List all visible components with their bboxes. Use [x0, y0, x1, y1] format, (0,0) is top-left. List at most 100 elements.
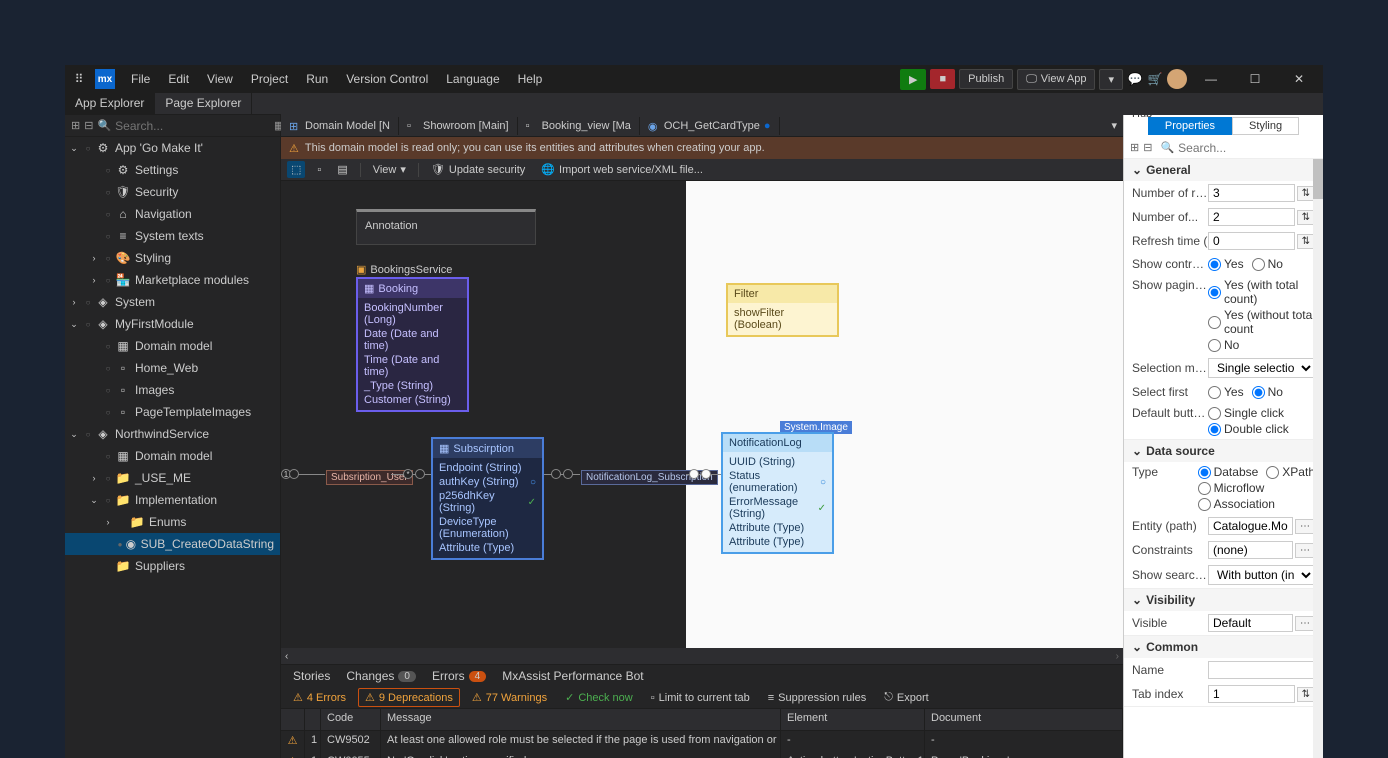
check-now-button[interactable]: ✓Check now	[559, 689, 639, 706]
tree-system-texts[interactable]: ○≡System texts	[65, 225, 280, 247]
entity-path-browse-button[interactable]: ⋯	[1295, 519, 1315, 534]
close-button[interactable]: ✕	[1279, 66, 1319, 92]
radio-type-microflow[interactable]: Microflow	[1198, 481, 1265, 495]
errors-filter[interactable]: ⚠4 Errors	[287, 689, 352, 706]
tab-errors[interactable]: Errors4	[426, 667, 492, 685]
apps-grid-icon[interactable]: ⠿	[69, 69, 89, 89]
tab-booking-view[interactable]: ▫Booking_view [Ma	[518, 117, 640, 135]
tab-domain-model[interactable]: ⊞Domain Model [N	[281, 117, 399, 135]
tree-home-web[interactable]: ○▫Home_Web	[65, 357, 280, 379]
col-header-element[interactable]: Element	[781, 709, 925, 730]
entity-attribute[interactable]: Endpoint (String)	[439, 461, 536, 475]
subtab-styling[interactable]: Styling	[1232, 117, 1299, 135]
collapse-all-icon[interactable]: ⊟	[84, 118, 93, 134]
subscription-entity[interactable]: ▦Subscirption Endpoint (String) authKey …	[431, 437, 544, 560]
menu-help[interactable]: Help	[510, 68, 551, 90]
col-header-document[interactable]: Document	[925, 709, 1123, 730]
domain-model-canvas[interactable]: file... 100% Annotation ▣ BookingsServic…	[281, 181, 1123, 664]
menu-edit[interactable]: Edit	[160, 68, 197, 90]
update-security-button[interactable]: 🛡Update security	[427, 161, 529, 178]
tab-app-explorer[interactable]: App Explorer	[65, 93, 155, 114]
publish-button[interactable]: Publish	[959, 69, 1013, 89]
constraints-input[interactable]	[1208, 541, 1293, 559]
properties-search-input[interactable]	[1178, 141, 1323, 155]
entity-attribute[interactable]: Attribute (Type)	[729, 521, 826, 535]
tabs-overflow-button[interactable]: ▾	[1105, 119, 1123, 132]
properties-scrollbar[interactable]	[1313, 159, 1323, 758]
tree-use-me[interactable]: ›○📁_USE_ME	[65, 467, 280, 489]
import-web-service-button[interactable]: 🌐Import web service/XML file...	[537, 161, 707, 178]
tree-images[interactable]: ○▫Images	[65, 379, 280, 401]
section-data-source[interactable]: ⌄Data source	[1124, 440, 1323, 462]
tree-enums[interactable]: ›📁Enums	[65, 511, 280, 533]
booking-entity[interactable]: ▦Booking BookingNumber (Long) Date (Date…	[356, 277, 469, 412]
tree-sub-create-odata[interactable]: ●◉SUB_CreateODataString	[65, 533, 280, 555]
entity-attribute[interactable]: Time (Date and time)	[364, 353, 461, 379]
tree-page-template-images[interactable]: ○▫PageTemplateImages	[65, 401, 280, 423]
entity-attribute[interactable]: Customer (String)	[364, 393, 461, 407]
minimize-button[interactable]: —	[1191, 66, 1231, 92]
menu-view[interactable]: View	[199, 68, 241, 90]
tab-mxassist[interactable]: MxAssist Performance Bot	[496, 667, 649, 685]
tab-changes[interactable]: Changes0	[340, 667, 422, 685]
menu-project[interactable]: Project	[243, 68, 296, 90]
entity-attribute[interactable]: showFilter (Boolean)	[734, 306, 831, 332]
entity-attribute[interactable]: Attribute (Type)	[729, 535, 826, 549]
entity-attribute[interactable]: authKey (String)○	[439, 475, 536, 489]
radio-paging-no[interactable]: No	[1208, 338, 1239, 352]
tree-domain-model[interactable]: ○▦Domain model	[65, 335, 280, 357]
radio-double-click[interactable]: Double click	[1208, 422, 1289, 436]
radio-type-xpath[interactable]: XPath	[1266, 465, 1315, 479]
constraints-browse-button[interactable]: ⋯	[1295, 543, 1315, 558]
entity-path-input[interactable]	[1208, 517, 1293, 535]
assoc-endpoint-icon[interactable]	[551, 469, 561, 479]
section-visibility[interactable]: ⌄Visibility	[1124, 589, 1323, 611]
radio-type-database[interactable]: Databse	[1198, 465, 1259, 479]
cursor-tool-button[interactable]: ⬚	[287, 161, 305, 178]
entity-attribute[interactable]: Status (enumeration)○	[729, 469, 826, 495]
tree-security[interactable]: ○🛡Security	[65, 181, 280, 203]
number-of-input[interactable]	[1208, 208, 1295, 226]
chat-icon[interactable]: 💬	[1127, 71, 1143, 87]
col-header-message[interactable]: Message	[381, 709, 781, 730]
entity-attribute[interactable]: UUID (String)	[729, 455, 826, 469]
expand-icon[interactable]: ⊞	[1130, 141, 1139, 154]
view-dropdown[interactable]: View ▾	[369, 161, 410, 178]
notification-log-entity[interactable]: NotificationLog UUID (String) Status (en…	[721, 432, 834, 554]
tree-styling[interactable]: ›○🎨Styling	[65, 247, 280, 269]
annotation-tool-button[interactable]: ▤	[333, 161, 351, 178]
menu-run[interactable]: Run	[298, 68, 336, 90]
radio-type-association[interactable]: Association	[1198, 497, 1275, 511]
cart-icon[interactable]: 🛒	[1147, 71, 1163, 87]
tab-stories[interactable]: Stories	[287, 667, 336, 685]
number-of-rows-input[interactable]	[1208, 184, 1295, 202]
view-app-dropdown[interactable]: ▾	[1099, 69, 1123, 90]
entity-attribute[interactable]: _Type (String)	[364, 379, 461, 393]
deprecations-filter[interactable]: ⚠9 Deprecations	[358, 688, 460, 707]
tree-myfirstmodule[interactable]: ⌄○◈MyFirstModule	[65, 313, 280, 335]
radio-show-control-no[interactable]: No	[1252, 257, 1283, 271]
section-general[interactable]: ⌄General	[1124, 159, 1323, 181]
error-row[interactable]: ⚠ 1 CW0055 No 'On click' action specifie…	[281, 752, 1123, 758]
scrollbar-thumb[interactable]	[1313, 159, 1323, 199]
subtab-properties[interactable]: Properties	[1148, 117, 1232, 135]
entity-attribute[interactable]: ErrorMessage (String)✓	[729, 495, 826, 521]
entity-attribute[interactable]: DeviceType (Enumeration)	[439, 515, 536, 541]
radio-single-click[interactable]: Single click	[1208, 406, 1284, 420]
tree-northwind[interactable]: ⌄○◈NorthwindService	[65, 423, 280, 445]
menu-file[interactable]: File	[123, 68, 158, 90]
limit-tab-button[interactable]: ▫Limit to current tab	[645, 690, 756, 706]
tree-app-root[interactable]: ⌄○⚙App 'Go Make It'	[65, 137, 280, 159]
assoc-endpoint-icon[interactable]	[563, 469, 573, 479]
radio-paging-yes-notot[interactable]: Yes (without total count	[1208, 308, 1315, 336]
section-common[interactable]: ⌄Common	[1124, 636, 1323, 658]
subscription-user-assoc[interactable]: Subsription_User	[326, 470, 413, 485]
collapse-icon[interactable]: ⊟	[1143, 141, 1152, 154]
entity-attribute[interactable]: p256dhKey (String)✓	[439, 489, 536, 515]
name-input[interactable]	[1208, 661, 1315, 679]
entity-attribute[interactable]: Attribute (Type)	[439, 541, 536, 555]
tree-marketplace[interactable]: ›○🏪Marketplace modules	[65, 269, 280, 291]
tab-page-explorer[interactable]: Page Explorer	[155, 93, 252, 114]
annotation-box[interactable]: Annotation	[356, 209, 536, 245]
radio-paging-yes-total[interactable]: Yes (with total count)	[1208, 278, 1315, 306]
